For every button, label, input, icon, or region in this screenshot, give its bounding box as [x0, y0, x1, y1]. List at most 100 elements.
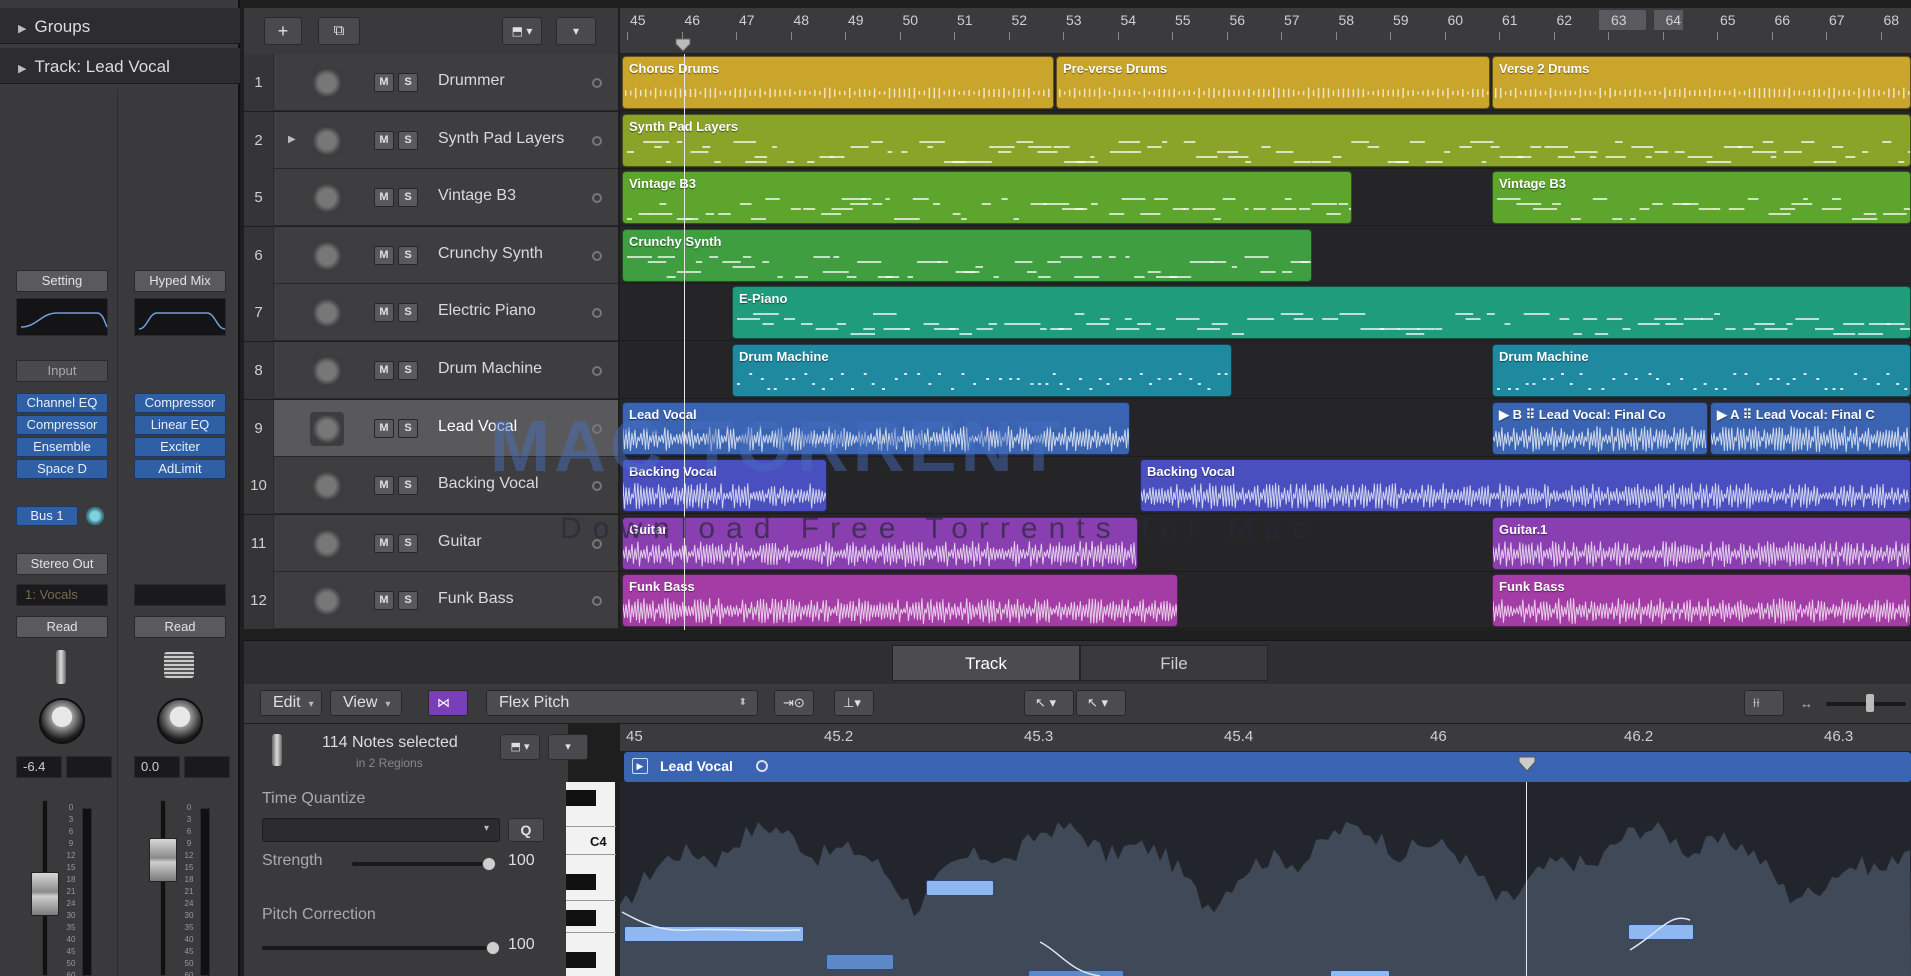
strength-value[interactable]: 100: [508, 852, 535, 870]
black-key[interactable]: [566, 874, 596, 890]
editor-playhead-marker-icon[interactable]: [1518, 756, 1536, 772]
time-quantize-select[interactable]: ▾: [262, 818, 500, 842]
solo-button[interactable]: S: [398, 303, 418, 323]
track-header-5[interactable]: 8 M S Drum Machine: [244, 342, 618, 399]
playhead-line[interactable]: [684, 54, 685, 630]
region-bass-b[interactable]: Funk Bass: [1492, 574, 1911, 628]
hyped-mix-setting-button[interactable]: Hyped Mix: [134, 270, 226, 292]
track-lane[interactable]: Funk Bass Funk Bass: [620, 572, 1911, 630]
track-lane[interactable]: Backing Vocal Backing Vocal: [620, 457, 1911, 515]
microphone-icon[interactable]: [310, 411, 344, 446]
keyboard-stand-icon[interactable]: [310, 123, 344, 158]
record-enable-icon[interactable]: [592, 366, 602, 376]
link-icon[interactable]: ⇥⊙: [774, 690, 814, 716]
pitch-correction-value[interactable]: 100: [508, 936, 535, 954]
region-drum-machine-a[interactable]: Drum Machine: [732, 344, 1232, 397]
track-lane[interactable]: Vintage B3 Vintage B3: [620, 169, 1911, 227]
solo-button[interactable]: S: [398, 245, 418, 265]
piano-keyboard[interactable]: C4: [566, 782, 616, 976]
track-header-9[interactable]: 12 M S Funk Bass: [244, 572, 618, 630]
solo-button[interactable]: S: [398, 73, 418, 92]
pan-knob-2[interactable]: [157, 698, 203, 744]
midi-in-icon[interactable]: ⊥▾: [834, 690, 874, 716]
disclosure-triangle-icon[interactable]: ▶: [288, 134, 296, 145]
region-lead-vocal[interactable]: Lead Vocal: [622, 401, 1130, 455]
editor-playhead-line[interactable]: [1526, 782, 1527, 976]
region-drum-machine-b[interactable]: Drum Machine: [1492, 344, 1911, 397]
record-enable-icon[interactable]: [592, 596, 602, 607]
group-slot[interactable]: 1: Vocals: [16, 584, 108, 606]
solo-button[interactable]: S: [398, 130, 418, 150]
mute-button[interactable]: M: [374, 418, 394, 438]
solo-button[interactable]: S: [398, 188, 418, 208]
volume-fader[interactable]: [31, 872, 59, 916]
plugin-slot-out-1[interactable]: Compressor: [134, 393, 226, 413]
automation-mode-button-2[interactable]: Read: [134, 616, 226, 638]
amp-icon[interactable]: [310, 526, 344, 561]
black-key[interactable]: [566, 910, 596, 926]
flex-pitch-editor[interactable]: [620, 782, 1911, 976]
tab-file[interactable]: File: [1080, 645, 1268, 681]
pitch-correction-slider-thumb[interactable]: [486, 941, 500, 955]
send-slot[interactable]: Bus 1: [16, 506, 78, 526]
track-header-8[interactable]: 11 M S Guitar: [244, 514, 618, 572]
record-enable-icon[interactable]: [592, 481, 602, 492]
drum-kit-icon[interactable]: [310, 66, 344, 100]
bar-ruler[interactable]: 45 46 47 48 49 50 51 52 53 54 55 56 57 58 59 60 61 62 63 64…: [620, 8, 1911, 54]
plugin-slot-out-2[interactable]: Linear EQ: [134, 415, 226, 435]
track-lane[interactable]: Guitar Guitar.1: [620, 515, 1911, 572]
track-header-4[interactable]: 7 M S Electric Piano: [244, 284, 618, 342]
editor-region-header[interactable]: ▶ Lead Vocal: [624, 752, 1911, 782]
catch-button[interactable]: ⬒ ▾: [502, 17, 542, 45]
record-enable-icon[interactable]: [592, 308, 602, 319]
track-name[interactable]: Guitar: [438, 533, 482, 551]
track-header-0[interactable]: 1 M S Drummer: [244, 54, 618, 111]
track-lane[interactable]: Drum Machine Drum Machine: [620, 342, 1911, 399]
zoom-slider-thumb[interactable]: [1866, 694, 1874, 712]
region-bass-a[interactable]: Funk Bass: [622, 574, 1178, 628]
track-inspector-disclosure[interactable]: ▶ Track: Lead Vocal: [0, 48, 240, 84]
region-preverse-drums[interactable]: Pre-verse Drums: [1056, 56, 1490, 109]
tab-track[interactable]: Track: [892, 645, 1080, 681]
volume-readout[interactable]: -6.4: [16, 756, 62, 778]
strength-slider[interactable]: [352, 862, 492, 866]
track-name[interactable]: Backing Vocal: [438, 475, 539, 493]
flex-mode-select[interactable]: Flex Pitch ⬍: [486, 690, 758, 716]
solo-button[interactable]: S: [398, 476, 418, 496]
track-header-1[interactable]: 2 ▶ M S Synth Pad Layers: [244, 111, 618, 169]
plugin-slot-1[interactable]: Channel EQ: [16, 393, 108, 413]
region-chorus-drums[interactable]: Chorus Drums: [622, 56, 1054, 109]
microphone-icon[interactable]: [310, 469, 344, 504]
mute-button[interactable]: M: [374, 303, 394, 323]
track-lane[interactable]: Lead Vocal ▶ B ⠿ Lead Vocal: Final Co ▶ A …: [620, 400, 1911, 457]
track-header-3[interactable]: 6 M S Crunchy Synth: [244, 226, 618, 284]
input-slot[interactable]: Input: [16, 360, 108, 382]
plugin-slot-out-3[interactable]: Exciter: [134, 437, 226, 457]
region-epiano[interactable]: E-Piano: [732, 286, 1911, 340]
pan-knob[interactable]: [39, 698, 85, 744]
bass-amp-icon[interactable]: [310, 584, 344, 619]
flex-toggle-icon[interactable]: ⋈: [428, 690, 468, 716]
track-name[interactable]: Drummer: [438, 72, 505, 90]
region-lead-comp-a[interactable]: ▶ A ⠿ Lead Vocal: Final C: [1710, 401, 1911, 455]
synth-stand-icon[interactable]: [310, 238, 344, 273]
pointer-tool-select[interactable]: ↖ ▾: [1024, 690, 1074, 716]
strength-slider-thumb[interactable]: [482, 857, 496, 871]
waveform-zoom-icon[interactable]: ⟊⟊: [1744, 690, 1784, 716]
track-name[interactable]: Drum Machine: [438, 360, 542, 378]
output-slot[interactable]: Stereo Out: [16, 553, 108, 575]
mute-button[interactable]: M: [374, 591, 394, 611]
edit-menu[interactable]: Edit ▾: [260, 690, 322, 716]
black-key[interactable]: [566, 952, 596, 968]
region-vintage-b3-a[interactable]: Vintage B3: [622, 171, 1352, 225]
groups-disclosure[interactable]: ▶ Groups: [0, 8, 240, 44]
region-guitar-b[interactable]: Guitar.1: [1492, 516, 1911, 570]
region-guitar-a[interactable]: Guitar: [622, 516, 1138, 570]
record-enable-icon[interactable]: [592, 538, 602, 549]
track-lane[interactable]: Synth Pad Layers: [620, 112, 1911, 169]
region-synth-pad[interactable]: Synth Pad Layers: [622, 113, 1911, 167]
track-lane[interactable]: Chorus Drums Pre-verse Drums Verse 2 Drums: [620, 54, 1911, 111]
track-lane[interactable]: Crunchy Synth: [620, 227, 1911, 284]
volume-fader-2[interactable]: [149, 838, 177, 882]
track-lane[interactable]: E-Piano: [620, 284, 1911, 342]
